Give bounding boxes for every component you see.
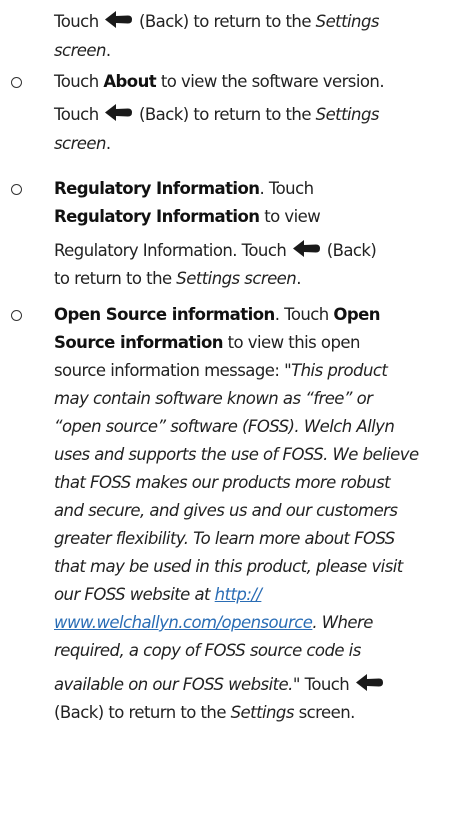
text-line: to return to the Settings screen. (54, 265, 301, 293)
text: Touch (54, 12, 99, 31)
text-italic: that may be used in this product, please… (54, 557, 403, 576)
text: . (105, 134, 111, 153)
text-line: available on our FOSS website." Touch (54, 671, 385, 699)
text-line: required, a copy of FOSS source code is (54, 637, 361, 665)
text: Touch (54, 72, 99, 91)
text-bold: Source information (54, 333, 223, 352)
bullet-icon (11, 77, 22, 88)
text-italic: This product (291, 361, 388, 380)
text-line: Regulatory Information. Touch (54, 175, 314, 203)
text-italic: Settings (230, 703, 295, 722)
text-line: our FOSS website at http:// (54, 581, 262, 609)
left-arrow-icon (105, 104, 133, 122)
text-line: www.welchallyn.com/opensource. Where (54, 609, 373, 637)
text: Regulatory Information. Touch (54, 241, 287, 260)
left-arrow-icon (292, 240, 320, 258)
text: to view this open (227, 333, 361, 352)
text: to view the software version. (160, 72, 385, 91)
text-line: greater flexibility. To learn more about… (54, 525, 395, 553)
text-line: uses and supports the use of FOSS. We be… (54, 441, 419, 469)
text-italic: available on our FOSS website. (54, 675, 293, 694)
text-italic: “open source” software (FOSS). Welch All… (54, 417, 395, 436)
text-line: (Back) to return to the Settings screen. (54, 699, 355, 727)
text-italic: Settings (315, 12, 380, 31)
text-line: Source information to view this open (54, 329, 360, 357)
text-italic: uses and supports the use of FOSS. We be… (54, 445, 419, 464)
text: (Back) to return to the (139, 105, 311, 124)
text: . (296, 269, 301, 288)
text-line: and secure, and gives us and our custome… (54, 497, 398, 525)
text-italic: required, a copy of FOSS source code is (54, 641, 361, 660)
text-line: Regulatory Information to view (54, 203, 321, 231)
text-bold: Open Source information (54, 305, 275, 324)
text-bold: Regulatory Information (54, 207, 260, 226)
text: . (105, 41, 111, 60)
text-bold: Regulatory Information (54, 179, 260, 198)
text-line: screen. (54, 130, 111, 158)
text-italic: and secure, and gives us and our custome… (54, 501, 398, 520)
text-line: Touch (Back) to return to the Settings (54, 8, 379, 36)
text-line: source information message: "This produc… (54, 357, 388, 385)
text-italic: our FOSS website at (54, 585, 211, 604)
text: (Back) to return to the (139, 12, 311, 31)
text-line: that FOSS makes our products more robust (54, 469, 391, 497)
text: . Touch (259, 179, 315, 198)
text-line: may contain software known as “free” or (54, 385, 373, 413)
text: (Back) (326, 241, 377, 260)
text-italic: screen (54, 41, 106, 60)
text: source information message: " (54, 361, 292, 380)
text: (Back) to return to the (54, 703, 226, 722)
text: " Touch (292, 675, 350, 694)
text: Touch (54, 105, 99, 124)
text-line: Open Source information. Touch Open (54, 301, 381, 329)
text-line: Touch (Back) to return to the Settings (54, 101, 379, 129)
left-arrow-icon (105, 11, 133, 29)
text-line: Touch About to view the software version… (54, 68, 385, 96)
text: screen. (298, 703, 356, 722)
text-line: that may be used in this product, please… (54, 553, 403, 581)
text-italic: Settings screen (176, 269, 297, 288)
text: to return to the (54, 269, 172, 288)
left-arrow-icon (355, 674, 383, 692)
bullet-icon (11, 310, 22, 321)
foss-website-link[interactable]: http:// (215, 585, 262, 604)
text: . Touch (274, 305, 330, 324)
text-italic: Settings (315, 105, 380, 124)
text-italic: screen (54, 134, 106, 153)
text-italic: may contain software known as “free” or (54, 389, 373, 408)
text-italic: that FOSS makes our products more robust (54, 473, 391, 492)
text-italic: . Where (312, 613, 373, 632)
text-line: screen. (54, 37, 111, 65)
bullet-icon (11, 184, 22, 195)
text-italic: greater flexibility. To learn more about… (54, 529, 395, 548)
text-bold: About (103, 72, 157, 91)
text-line: “open source” software (FOSS). Welch All… (54, 413, 395, 441)
text-bold: Open (333, 305, 380, 324)
text: to view (264, 207, 321, 226)
foss-website-link[interactable]: www.welchallyn.com/opensource (54, 613, 313, 632)
text-line: Regulatory Information. Touch (Back) (54, 237, 377, 265)
